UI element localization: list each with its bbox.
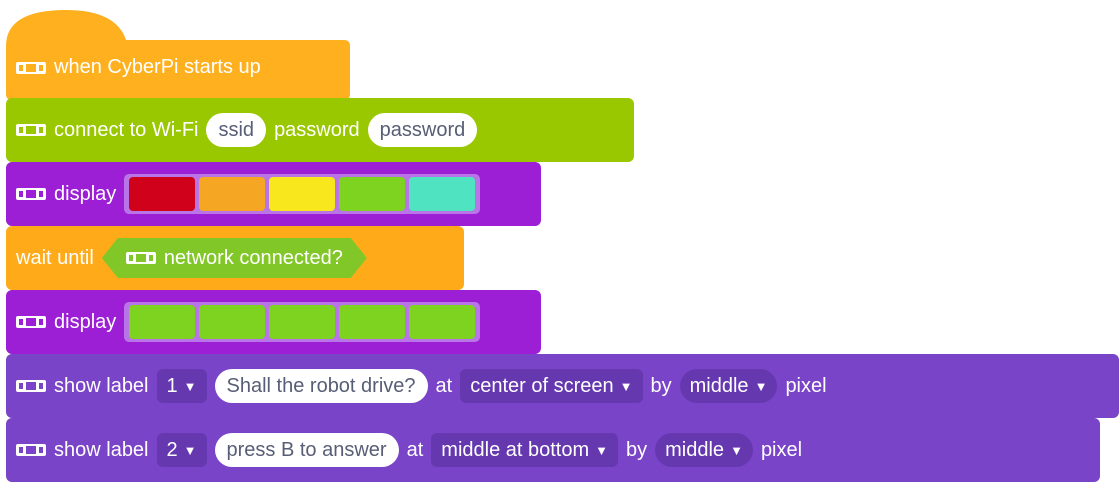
led-1[interactable]: [129, 305, 196, 339]
led-2[interactable]: [199, 305, 266, 339]
dropdown-arrow-icon: ▼: [619, 379, 633, 394]
cyberpi-icon: [16, 316, 46, 328]
display-label: display: [54, 310, 117, 333]
led-color-picker[interactable]: [124, 302, 481, 342]
ssid-input[interactable]: ssid: [206, 113, 267, 147]
pixel-label: pixel: [760, 438, 803, 461]
size-value: middle: [689, 375, 749, 397]
wifi-block-label: connect to Wi-Fi: [54, 118, 199, 141]
led-4[interactable]: [339, 305, 406, 339]
size-dropdown[interactable]: middle ▼: [679, 369, 778, 403]
password-label: password: [274, 118, 360, 141]
cyberpi-icon: [16, 124, 46, 136]
by-label: by: [650, 374, 672, 397]
dropdown-arrow-icon: ▼: [754, 379, 768, 394]
led-5[interactable]: [409, 305, 476, 339]
cyberpi-icon: [16, 188, 46, 200]
led-3[interactable]: [269, 305, 336, 339]
label-text-input[interactable]: press B to answer: [214, 433, 399, 467]
when-cyberpi-starts-up-block[interactable]: when CyberPi starts up: [6, 6, 350, 100]
dropdown-arrow-icon: ▼: [595, 443, 609, 458]
label-text-input[interactable]: Shall the robot drive?: [214, 369, 428, 403]
label-index-dropdown[interactable]: 2 ▼: [156, 433, 207, 467]
hat-block-shape: [6, 10, 350, 100]
network-connected-condition[interactable]: network connected?: [102, 238, 367, 278]
at-label: at: [435, 374, 453, 397]
at-label: at: [406, 438, 424, 461]
display-label: display: [54, 182, 117, 205]
start-block-label: when CyberPi starts up: [54, 56, 261, 78]
pixel-label: pixel: [785, 374, 827, 397]
led-color-picker[interactable]: [124, 174, 481, 214]
led-3[interactable]: [269, 177, 336, 211]
show-label-text: show label: [54, 374, 149, 397]
show-label-block-2[interactable]: show label 2 ▼ press B to answer at middl…: [6, 418, 1100, 482]
size-dropdown[interactable]: middle ▼: [655, 433, 753, 467]
condition-label: network connected?: [163, 247, 343, 269]
led-4[interactable]: [339, 177, 406, 211]
position-value: middle at bottom: [441, 439, 590, 461]
password-input[interactable]: password: [367, 113, 478, 147]
wait-until-label: wait until: [16, 246, 94, 269]
wait-until-block[interactable]: wait until network connected?: [6, 226, 464, 290]
cyberpi-icon: [16, 380, 46, 392]
dropdown-arrow-icon: ▼: [730, 443, 743, 458]
display-leds-block-1[interactable]: display: [6, 162, 541, 226]
show-label-block-1[interactable]: show label 1 ▼ Shall the robot drive? at …: [6, 354, 1119, 418]
label-index-value: 2: [166, 439, 178, 461]
led-1[interactable]: [129, 177, 196, 211]
label-index-value: 1: [166, 375, 178, 397]
cyberpi-icon: [16, 444, 46, 456]
position-value: center of screen: [470, 375, 614, 397]
dropdown-arrow-icon: ▼: [183, 379, 197, 394]
position-dropdown[interactable]: center of screen ▼: [460, 369, 643, 403]
by-label: by: [626, 438, 648, 461]
display-leds-block-2[interactable]: display: [6, 290, 541, 354]
connect-wifi-block[interactable]: connect to Wi-Fi ssid password password: [6, 98, 634, 162]
label-index-dropdown[interactable]: 1 ▼: [156, 369, 207, 403]
dropdown-arrow-icon: ▼: [183, 443, 197, 458]
position-dropdown[interactable]: middle at bottom ▼: [431, 433, 619, 467]
size-value: middle: [665, 439, 725, 461]
cyberpi-icon: [126, 251, 156, 265]
show-label-text: show label: [54, 438, 149, 461]
led-5[interactable]: [409, 177, 476, 211]
led-2[interactable]: [199, 177, 266, 211]
cyberpi-icon: [16, 61, 46, 74]
